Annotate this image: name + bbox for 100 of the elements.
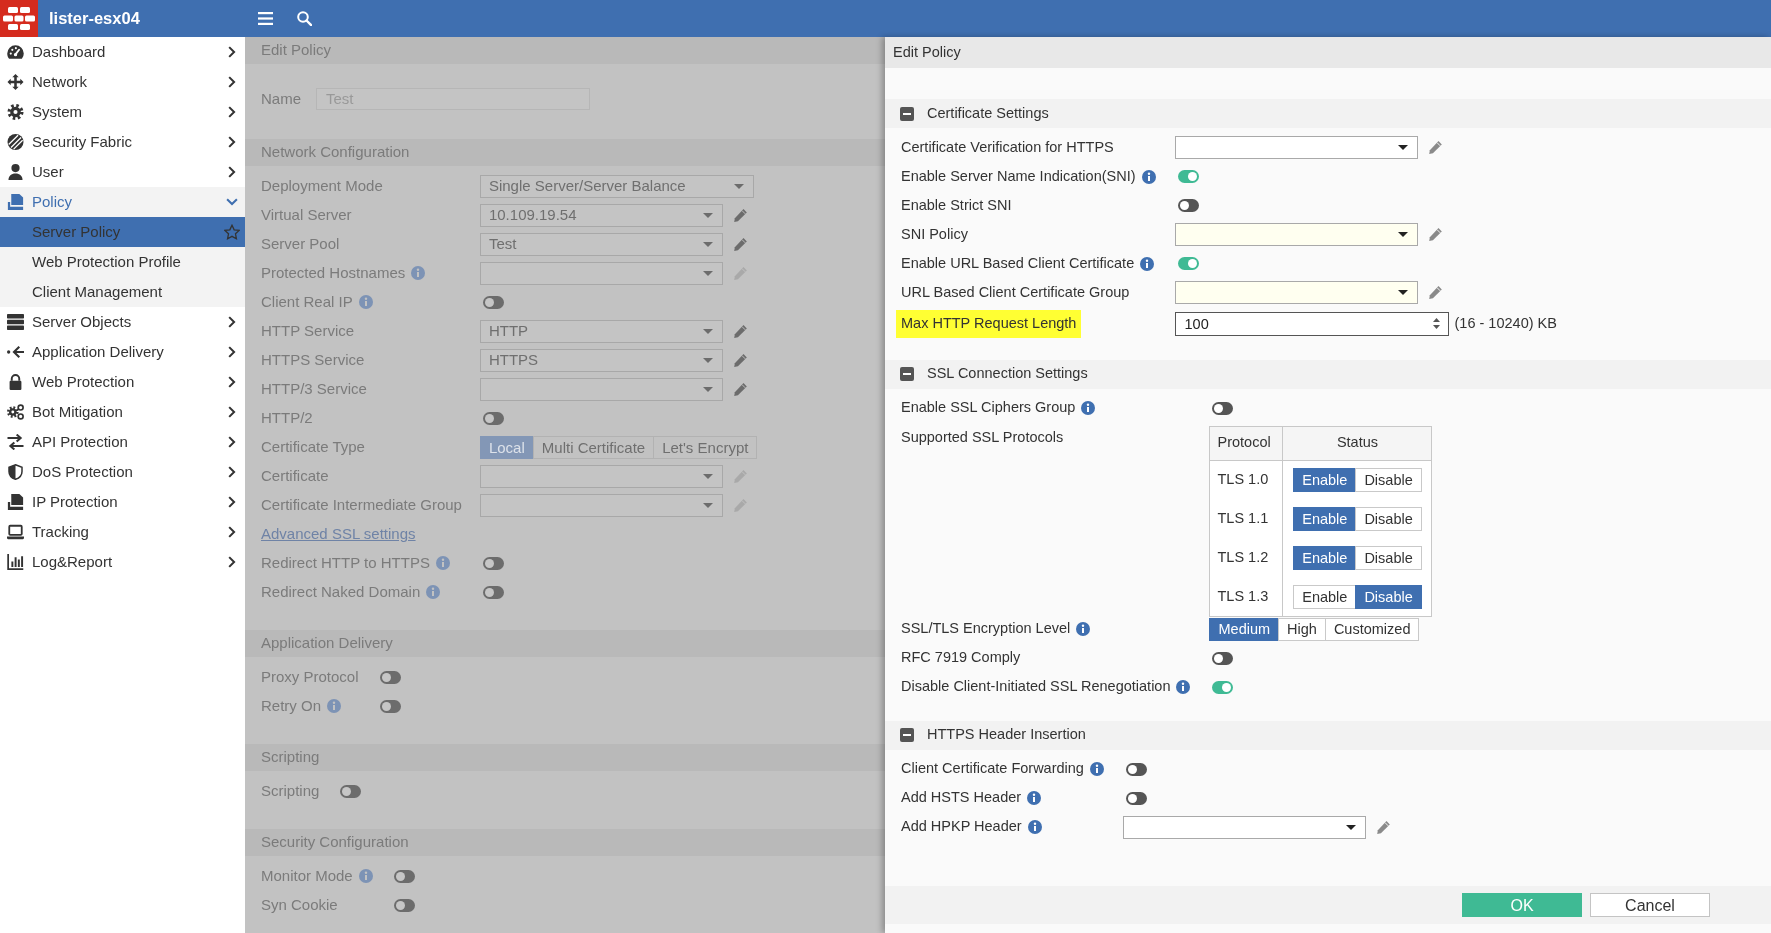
range-hint: (16 - 10240) KB — [1454, 314, 1557, 333]
toggle-switch[interactable] — [1177, 257, 1199, 270]
number-input[interactable]: 100 — [1174, 311, 1449, 336]
field-label: URL Based Client Certificate Group — [901, 282, 1130, 302]
menu-icon[interactable] — [258, 12, 273, 25]
collapse-minus-icon[interactable] — [900, 106, 914, 121]
field-label: Syn Cookie — [261, 894, 338, 915]
section-title: Security Configuration — [261, 831, 409, 852]
toggle-switch[interactable] — [379, 670, 401, 684]
field-label: Proxy Protocol — [261, 666, 359, 687]
sidebar-item[interactable]: System — [0, 97, 245, 127]
sidebar-item[interactable]: Log&Report — [0, 547, 245, 577]
pencil-icon[interactable] — [1428, 141, 1442, 154]
field-label: Protected Hostnames — [261, 262, 406, 283]
field-label: Server Pool — [261, 233, 340, 254]
field-label: Virtual Server — [261, 204, 352, 225]
segment-option[interactable]: Enable — [1293, 545, 1357, 570]
field-label: Certificate Type — [261, 436, 365, 457]
field-label: Monitor Mode — [261, 865, 353, 886]
segment-option[interactable]: Medium — [1209, 617, 1280, 641]
segment-option[interactable]: Disable — [1355, 545, 1422, 570]
sidebar-item[interactable]: DoS Protection — [0, 457, 245, 487]
toggle-switch[interactable] — [482, 556, 504, 570]
cancel-button[interactable]: Cancel — [1590, 893, 1710, 917]
pencil-icon[interactable] — [733, 237, 747, 251]
sidebar-item[interactable]: Application Delivery — [0, 337, 245, 367]
toggle-switch[interactable] — [1125, 762, 1147, 776]
pencil-icon[interactable] — [733, 382, 747, 396]
sidebar-item[interactable]: Security Fabric — [0, 127, 245, 157]
field-label: Name — [261, 89, 301, 109]
toggle-switch[interactable] — [1125, 791, 1147, 805]
dropdown-field[interactable] — [1174, 281, 1418, 304]
dropdown-field[interactable] — [1122, 815, 1366, 839]
dropdown-field[interactable] — [479, 493, 723, 517]
toggle-switch[interactable] — [1177, 170, 1199, 183]
section-title: Certificate Settings — [927, 103, 1049, 123]
field-label: Add HSTS Header — [901, 788, 1022, 808]
segment-option[interactable]: High — [1278, 617, 1326, 641]
sidebar-item[interactable]: IP Protection — [0, 487, 245, 517]
toggle-switch[interactable] — [340, 784, 362, 798]
segment-option[interactable]: Customized — [1324, 617, 1420, 641]
toggle-switch[interactable] — [393, 898, 415, 912]
toggle-switch[interactable] — [1212, 401, 1234, 415]
segment-option[interactable]: Disable — [1355, 506, 1422, 531]
pencil-icon[interactable] — [733, 208, 747, 222]
segment-option[interactable]: Disable — [1355, 468, 1422, 492]
toggle-switch[interactable] — [482, 411, 504, 425]
striped-circle-icon — [7, 134, 24, 150]
sidebar-item[interactable]: Dashboard — [0, 37, 245, 67]
star-icon[interactable] — [224, 224, 240, 240]
sidebar-item[interactable]: User — [0, 157, 245, 187]
document-tray-icon — [7, 194, 24, 210]
toggle-switch[interactable] — [1212, 680, 1234, 694]
sidebar-item[interactable]: Bot Mitigation — [0, 397, 245, 427]
toggle-switch[interactable] — [482, 295, 504, 309]
swap-arrows-icon — [7, 434, 24, 450]
caret-icon — [702, 328, 713, 334]
spinner-arrows-icon[interactable] — [1432, 318, 1440, 330]
pencil-icon[interactable] — [733, 353, 747, 367]
dialog-title: Edit Policy — [261, 40, 332, 61]
sidebar-item[interactable]: Web Protection Profile — [0, 247, 245, 277]
pencil-icon[interactable] — [1428, 228, 1442, 241]
pencil-icon[interactable] — [1376, 820, 1390, 834]
segment-option[interactable]: Disable — [1355, 584, 1422, 609]
toggle-switch[interactable] — [379, 699, 401, 713]
caret-icon — [1397, 232, 1408, 237]
field-label: SNI Policy — [901, 224, 968, 244]
sidebar-item[interactable]: Network — [0, 67, 245, 97]
sidebar-item[interactable]: Client Management — [0, 277, 245, 307]
dropdown-field[interactable] — [479, 377, 723, 401]
toggle-switch[interactable] — [1212, 651, 1234, 665]
caret-icon — [1397, 290, 1408, 295]
segment-option[interactable]: Enable — [1293, 506, 1357, 531]
dropdown-field[interactable] — [1174, 136, 1418, 159]
dropdown-field[interactable] — [479, 261, 723, 285]
field-label: Max HTTP Request Length — [896, 310, 1082, 338]
bar-chart-icon — [7, 554, 24, 570]
segment-option[interactable]: Enable — [1293, 468, 1357, 492]
toggle-switch[interactable] — [482, 585, 504, 599]
collapse-minus-icon[interactable] — [900, 728, 914, 743]
search-icon[interactable] — [297, 11, 312, 26]
field-label: Enable Strict SNI — [901, 195, 1012, 215]
dropdown-field[interactable] — [479, 464, 723, 488]
dropdown-field[interactable] — [1174, 223, 1418, 246]
pencil-icon[interactable] — [1428, 286, 1442, 299]
segment-option[interactable]: Enable — [1293, 584, 1357, 609]
table-cell: TLS 1.1 — [1210, 499, 1283, 539]
move-arrows-icon — [7, 74, 24, 90]
sidebar-item[interactable]: API Protection — [0, 427, 245, 457]
sidebar-item[interactable]: Web Protection — [0, 367, 245, 397]
sidebar-item[interactable]: Server Objects — [0, 307, 245, 337]
toggle-switch[interactable] — [393, 869, 415, 883]
toggle-switch[interactable] — [1177, 199, 1199, 212]
sidebar-item[interactable]: Tracking — [0, 517, 245, 547]
sidebar-item[interactable]: Policy — [0, 187, 245, 217]
field-label: Add HPKP Header — [901, 817, 1022, 837]
pencil-icon[interactable] — [733, 324, 747, 338]
collapse-minus-icon[interactable] — [900, 367, 914, 382]
field-label: Certificate — [261, 465, 329, 486]
table-cell: TLS 1.0 — [1210, 460, 1283, 500]
